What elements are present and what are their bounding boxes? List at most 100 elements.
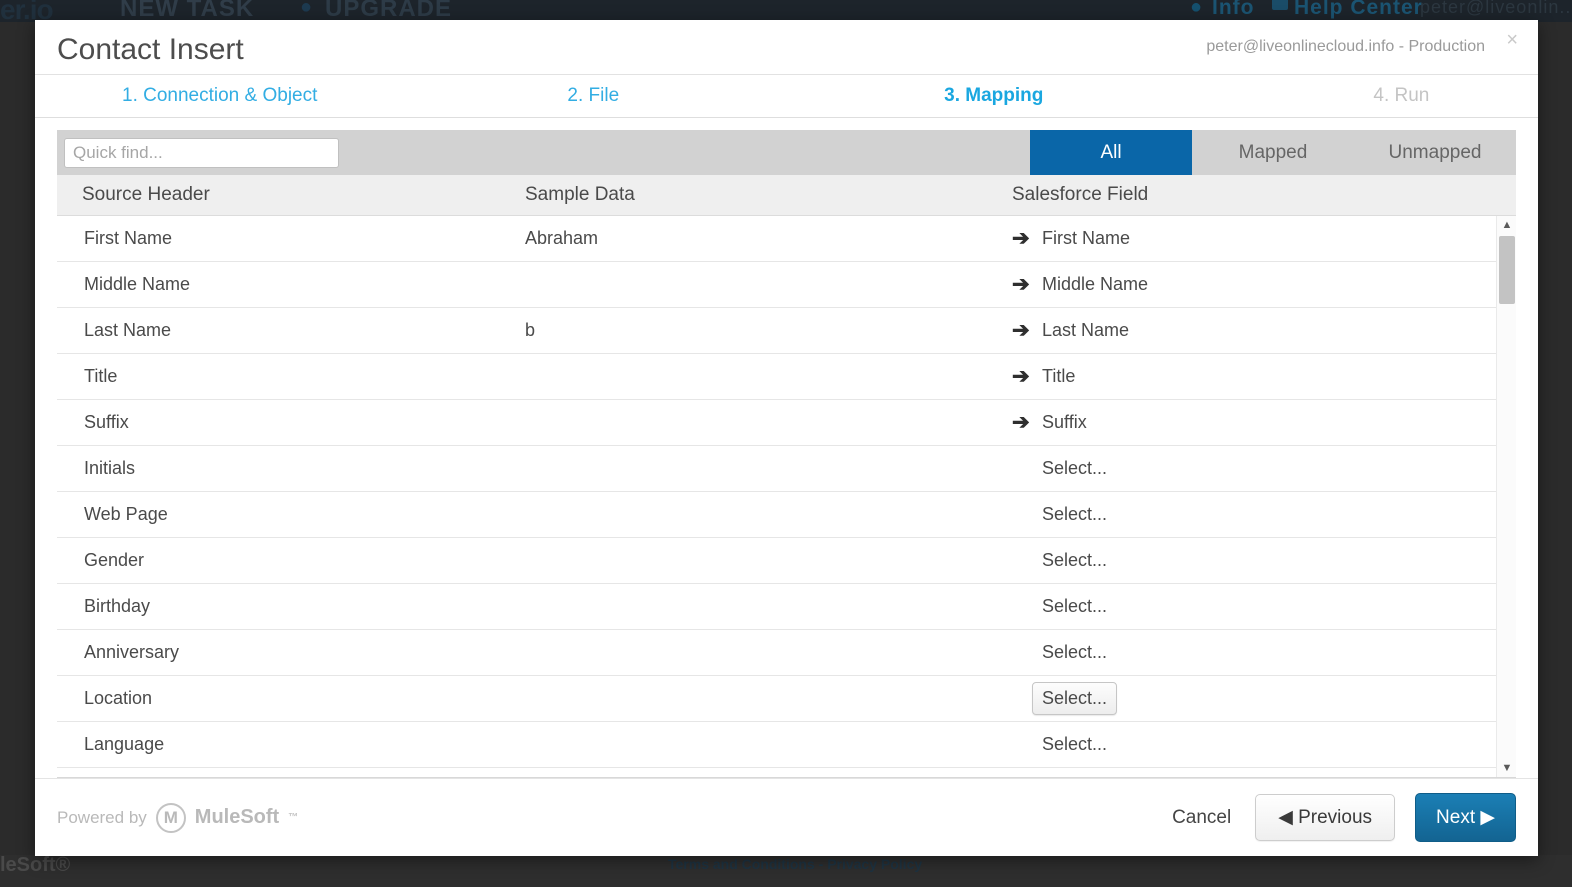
- trademark-symbol: ™: [288, 812, 299, 823]
- source-header-cell: Language: [84, 734, 165, 754]
- column-header-source: Source Header: [82, 184, 210, 205]
- source-header-cell: Initials: [84, 458, 136, 478]
- source-header-cell: First Name: [84, 228, 173, 248]
- table-row: First Name Abraham ➔ First Name: [57, 216, 1516, 262]
- source-header-cell: Gender: [84, 550, 145, 570]
- mapping-table-scroll-area: First Name Abraham ➔ First Name Middle Name ➔…: [57, 216, 1516, 778]
- close-icon[interactable]: ×: [1506, 30, 1518, 50]
- table-row: Location ➔Select...: [57, 676, 1516, 722]
- source-header-cell: Anniversary: [84, 642, 180, 662]
- mapping-arrow-icon: ➔: [1012, 411, 1030, 434]
- salesforce-field-cell: ➔Select...: [1012, 544, 1516, 577]
- salesforce-field-cell: ➔ Title: [1012, 366, 1516, 387]
- salesforce-field-cell: ➔Select...: [1012, 498, 1516, 531]
- mapping-filter-toolbar: All Mapped Unmapped: [57, 130, 1516, 175]
- mapping-table-body: First Name Abraham ➔ First Name Middle Name ➔…: [57, 216, 1516, 768]
- dialog-body: All Mapped Unmapped Source Header Sample…: [35, 118, 1538, 778]
- table-row: Web Page ➔Select...: [57, 492, 1516, 538]
- column-header-salesforce: Salesforce Field: [1012, 184, 1149, 205]
- source-header-cell: Title: [84, 366, 118, 386]
- step-file[interactable]: 2. File: [567, 85, 619, 107]
- powered-by-mulesoft: Powered by M MuleSoft ™: [57, 802, 299, 833]
- filter-mapped-button[interactable]: Mapped: [1192, 130, 1354, 175]
- mapping-filter-segments: All Mapped Unmapped: [1030, 130, 1516, 175]
- salesforce-field-select[interactable]: Select...: [1032, 590, 1117, 623]
- salesforce-field-select[interactable]: Select...: [1032, 498, 1117, 531]
- salesforce-field-cell: ➔Select...: [1012, 682, 1516, 715]
- info-icon: ●: [1190, 0, 1204, 18]
- source-header-cell: Birthday: [84, 596, 151, 616]
- background-help-center-link[interactable]: Help Center: [1294, 0, 1423, 20]
- contact-insert-dialog: Contact Insert peter@liveonlinecloud.inf…: [35, 20, 1538, 856]
- salesforce-field-value[interactable]: Suffix: [1042, 412, 1087, 433]
- salesforce-field-select[interactable]: Select...: [1032, 728, 1117, 761]
- background-upgrade-button[interactable]: UPGRADE: [325, 0, 452, 22]
- step-mapping[interactable]: 3. Mapping: [944, 85, 1043, 107]
- salesforce-field-cell: ➔Select...: [1012, 636, 1516, 669]
- background-mulesoft-wordmark: leSoft®: [0, 854, 71, 876]
- salesforce-field-cell: ➔ First Name: [1012, 228, 1516, 249]
- background-top-navbar: er.io NEW TASK ● UPGRADE ● Info Help Cen…: [0, 0, 1572, 22]
- powered-by-label: Powered by: [57, 807, 147, 827]
- mulesoft-wordmark: MuleSoft: [194, 806, 280, 828]
- salesforce-field-select[interactable]: Select...: [1032, 682, 1118, 715]
- step-connection-object[interactable]: 1. Connection & Object: [122, 85, 317, 107]
- mapping-arrow-icon: ➔: [1012, 319, 1030, 342]
- salesforce-field-select[interactable]: Select...: [1032, 452, 1117, 485]
- mapping-arrow-icon: ➔: [1012, 227, 1030, 250]
- mapping-arrow-icon: ➔: [1012, 365, 1030, 388]
- salesforce-field-cell: ➔ Suffix: [1012, 412, 1516, 433]
- source-header-cell: Last Name: [84, 320, 172, 340]
- cancel-button[interactable]: Cancel: [1168, 801, 1235, 835]
- table-row: Suffix ➔ Suffix: [57, 400, 1516, 446]
- source-header-cell: Middle Name: [84, 274, 191, 294]
- scrollbar-thumb[interactable]: [1499, 236, 1515, 304]
- scroll-down-icon[interactable]: ▼: [1497, 759, 1516, 777]
- filter-all-button[interactable]: All: [1030, 130, 1192, 175]
- table-row: Last Name b ➔ Last Name: [57, 308, 1516, 354]
- footer-actions: Cancel ◀ Previous Next ▶: [1168, 793, 1516, 842]
- previous-button[interactable]: ◀ Previous: [1255, 794, 1396, 841]
- dialog-title: Contact Insert: [57, 33, 244, 66]
- column-header-sample: Sample Data: [525, 184, 635, 205]
- sample-data-cell: Abraham: [525, 228, 599, 248]
- salesforce-field-cell: ➔Select...: [1012, 590, 1516, 623]
- salesforce-field-select[interactable]: Select...: [1032, 636, 1117, 669]
- salesforce-field-cell: ➔Select...: [1012, 452, 1516, 485]
- salesforce-field-value[interactable]: Last Name: [1042, 320, 1129, 341]
- mulesoft-logo-icon: M: [155, 802, 186, 833]
- background-user-label[interactable]: peter@liveonlin...: [1420, 0, 1572, 18]
- table-row: Middle Name ➔ Middle Name: [57, 262, 1516, 308]
- account-label: peter@liveonlinecloud.info - Production: [1206, 38, 1485, 55]
- wizard-steps: 1. Connection & Object 2. File 3. Mappin…: [35, 75, 1538, 118]
- table-row: Title ➔ Title: [57, 354, 1516, 400]
- salesforce-field-cell: ➔ Middle Name: [1012, 274, 1516, 295]
- salesforce-field-value[interactable]: Middle Name: [1042, 274, 1148, 295]
- salesforce-field-select[interactable]: Select...: [1032, 544, 1117, 577]
- background-footer: leSoft® Terms and Conditions - Privacy P…: [0, 854, 1572, 887]
- scroll-up-icon[interactable]: ▲: [1497, 216, 1516, 234]
- filter-unmapped-button[interactable]: Unmapped: [1354, 130, 1516, 175]
- search-input[interactable]: [64, 137, 339, 168]
- step-run: 4. Run: [1373, 85, 1430, 106]
- mapping-table-header: Source Header Sample Data Salesforce Fie…: [57, 175, 1516, 216]
- background-terms-privacy-link[interactable]: Terms and Conditions - Privacy Policy: [668, 856, 922, 872]
- salesforce-field-cell: ➔ Last Name: [1012, 320, 1516, 341]
- salesforce-field-value[interactable]: First Name: [1042, 228, 1130, 249]
- salesforce-field-cell: ➔Select...: [1012, 728, 1516, 761]
- background-new-task-button[interactable]: NEW TASK: [120, 0, 254, 22]
- background-info-link[interactable]: Info: [1212, 0, 1254, 20]
- table-row: Birthday ➔Select...: [57, 584, 1516, 630]
- table-row: Initials ➔Select...: [57, 446, 1516, 492]
- help-icon: [1272, 0, 1288, 10]
- upgrade-icon: ●: [300, 0, 314, 18]
- dialog-header: Contact Insert peter@liveonlinecloud.inf…: [35, 20, 1538, 75]
- vertical-scrollbar[interactable]: ▲ ▼: [1496, 216, 1516, 777]
- salesforce-field-value[interactable]: Title: [1042, 366, 1075, 387]
- mapping-arrow-icon: ➔: [1012, 273, 1030, 296]
- dialog-footer: Powered by M MuleSoft ™ Cancel ◀ Previou…: [35, 778, 1538, 856]
- next-button[interactable]: Next ▶: [1415, 793, 1516, 842]
- source-header-cell: Location: [84, 688, 153, 708]
- table-row: Gender ➔Select...: [57, 538, 1516, 584]
- source-header-cell: Web Page: [84, 504, 168, 524]
